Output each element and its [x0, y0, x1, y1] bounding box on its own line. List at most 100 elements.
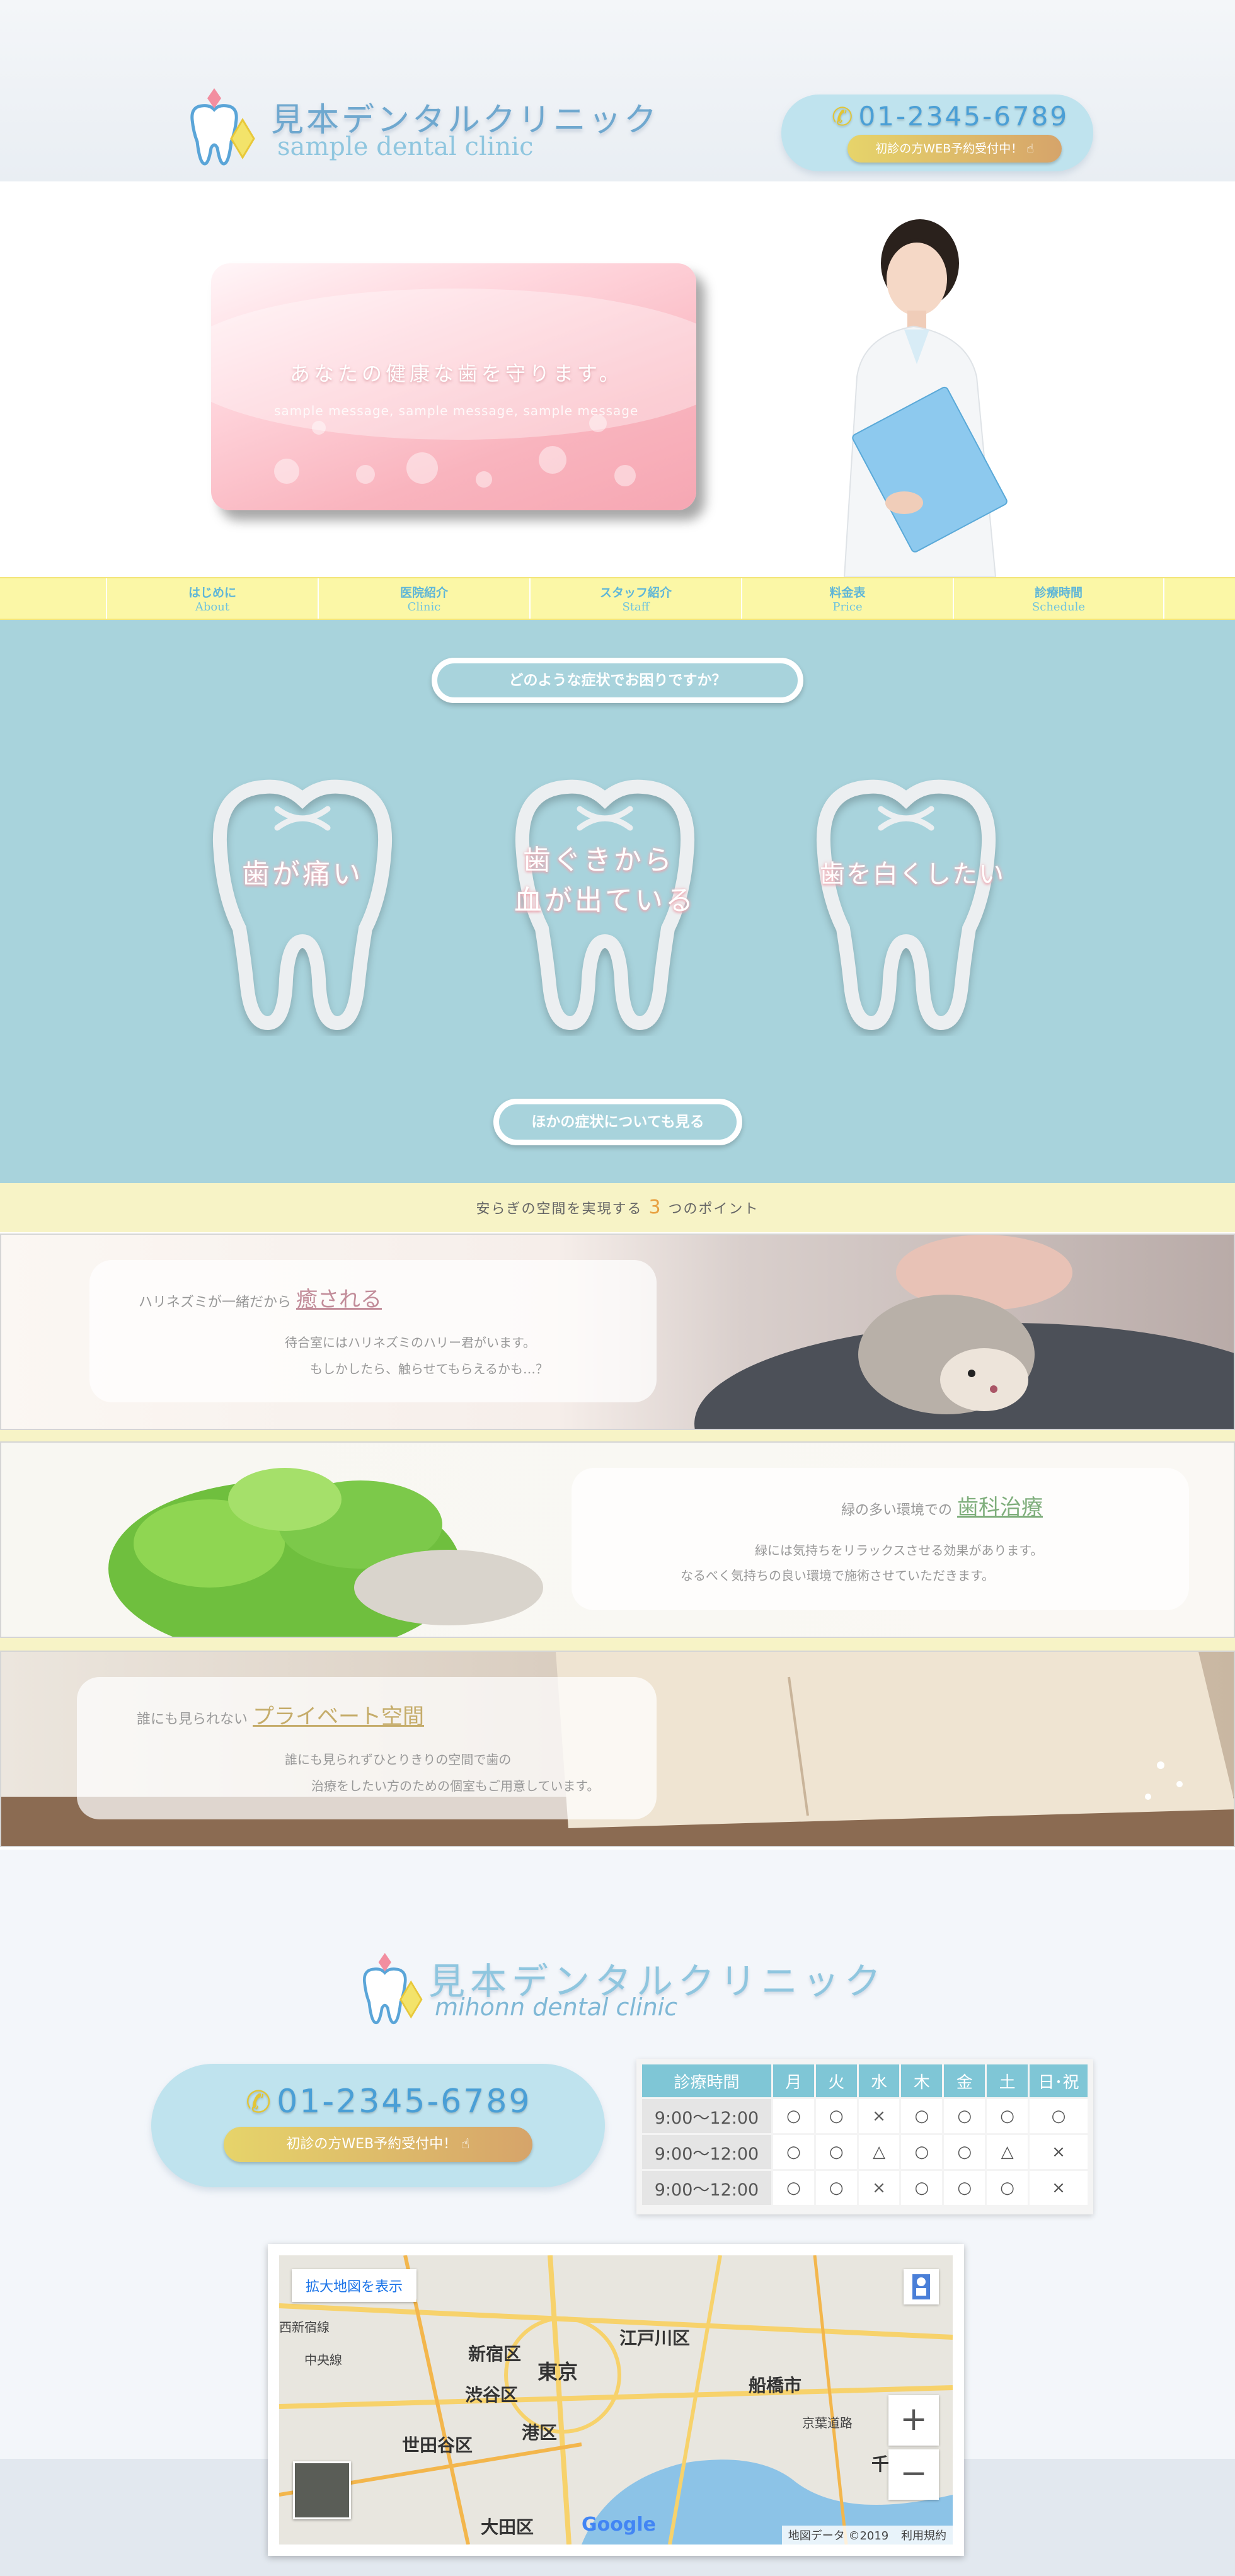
map-label: 世田谷区 — [402, 2435, 473, 2456]
nav-label-en: Clinic — [407, 600, 441, 614]
zoom-in-button[interactable]: + — [888, 2395, 939, 2446]
map-label: 大田区 — [481, 2517, 534, 2538]
point-emphasis: 癒される — [296, 1287, 382, 1312]
symptom-label: 歯が痛い — [242, 858, 363, 890]
nav-label-en: Price — [832, 600, 863, 614]
nav-label-ja: 料金表 — [829, 586, 866, 600]
point-body-line2: もしかしたら、触らせてもらえるかも…？ — [310, 1361, 548, 1377]
schedule-cell: ○ — [815, 2099, 857, 2133]
schedule-header-row: 診療時間 月 火 水 木 金 土 日･祝 — [642, 2064, 1088, 2097]
nav-item-schedule[interactable]: 診療時間 Schedule — [953, 578, 1164, 619]
phone-icon: ✆ — [832, 103, 855, 132]
symptom-gum-bleeding[interactable]: 歯ぐきから 血が出ている — [498, 771, 712, 1036]
symptoms-section: どのような症状でお困りですか？ 歯が痛い 歯ぐきから 血が出ている 歯を白くした… — [0, 620, 1235, 1183]
schedule-cell: ○ — [944, 2135, 985, 2169]
schedule-cell: ○ — [901, 2099, 943, 2133]
point-body-line1: 待合室にはハリネズミのハリー君がいます。 — [285, 1335, 536, 1350]
schedule-header: 日･祝 — [1030, 2064, 1088, 2097]
header-phone-number[interactable]: ✆ 01-2345-6789 — [832, 101, 1069, 132]
symptom-label-line2: 血が出ている — [514, 884, 696, 917]
web-reservation-button[interactable]: 初診の方WEB予約受付中！ ☝ — [847, 135, 1062, 163]
point-body-line2: 治療をしたい方のための個室もご用意しています。 — [311, 1778, 600, 1794]
schedule-cell: ○ — [987, 2099, 1028, 2133]
point-title: 緑の多い環境での 歯科治療 — [841, 1490, 1043, 1521]
map-attribution: 地図データ ©2019 利用規約 — [781, 2526, 953, 2545]
point-lead: ハリネズミが一緒だから — [139, 1295, 292, 1310]
more-symptoms-button[interactable]: ほかの症状についても見る — [493, 1099, 742, 1145]
nav-label-ja: スタッフ紹介 — [599, 586, 672, 600]
map-data-credit: 地図データ ©2019 — [788, 2529, 889, 2543]
street-view-pegman-icon[interactable] — [904, 2269, 939, 2304]
plant-photo — [108, 1468, 543, 1637]
schedule-cell: ○ — [773, 2171, 814, 2205]
schedule-header: 土 — [987, 2064, 1028, 2097]
map-label: 京葉道路 — [802, 2415, 853, 2430]
points-heading: 安らぎの空間を実現する 3 つのポイント — [0, 1183, 1235, 1234]
phone-icon: ✆ — [246, 2085, 273, 2120]
map-label: 東京 — [537, 2360, 578, 2384]
tooth-logo-icon[interactable] — [180, 82, 261, 176]
nav-label-ja: 診療時間 — [1034, 586, 1083, 600]
table-row: 9:00～12:00 ○ ○ × ○ ○ ○ ○ — [642, 2099, 1088, 2133]
table-row: 9:00～12:00 ○ ○ △ ○ ○ △ × — [642, 2135, 1088, 2169]
schedule-cell: × — [1030, 2135, 1088, 2169]
logo-subtitle[interactable]: sample dental clinic — [277, 132, 534, 161]
footer-contact: ✆ 01-2345-6789 初診の方WEB予約受付中！ ☝ — [151, 2064, 605, 2187]
nav-label-ja: 医院紹介 — [399, 586, 448, 600]
schedule-cell: ○ — [901, 2171, 943, 2205]
nav-label-en: About — [195, 600, 230, 614]
schedule-cell: ○ — [944, 2171, 985, 2205]
point-body-line1: 誰にも見られずひとりきりの空間で歯の — [285, 1752, 512, 1767]
satellite-toggle-thumbnail[interactable] — [293, 2461, 351, 2519]
point-lead: 緑の多い環境での — [841, 1503, 953, 1518]
footer-logo-subtitle[interactable]: mihonn dental clinic — [435, 1993, 677, 2021]
map-enlarge-link[interactable]: 拡大地図を表示 — [292, 2269, 417, 2302]
footer-phone-number[interactable]: ✆ 01-2345-6789 — [246, 2083, 532, 2121]
table-row: 9:00～12:00 ○ ○ × ○ ○ ○ × — [642, 2171, 1088, 2205]
pointer-hand-icon: ☝ — [1023, 142, 1034, 156]
points-heading-post: つのポイント — [668, 1201, 759, 1217]
hero-section: あなたの健康な歯を守ります。 sample message, sample me… — [0, 181, 1235, 577]
pointer-hand-icon: ☝ — [457, 2136, 470, 2152]
schedule-header: 月 — [773, 2064, 814, 2097]
nav-item-price[interactable]: 料金表 Price — [741, 578, 953, 619]
symptom-question-button[interactable]: どのような症状でお困りですか？ — [432, 658, 803, 703]
point-emphasis: プライベート空間 — [253, 1704, 425, 1729]
zoom-out-button[interactable]: − — [888, 2449, 939, 2500]
map-label: 港区 — [522, 2422, 558, 2443]
footer-tooth-logo-icon[interactable] — [353, 1947, 428, 2035]
point-card-greenery: 緑の多い環境での 歯科治療 緑には気持ちをリラックスさせる効果があります。 なるべ… — [0, 1441, 1235, 1638]
schedule-cell: ○ — [987, 2171, 1028, 2205]
map-terms-link[interactable]: 利用規約 — [901, 2529, 946, 2543]
header-contact: ✆ 01-2345-6789 初診の方WEB予約受付中！ ☝ — [781, 94, 1093, 171]
tooth-icon — [816, 779, 996, 1031]
main-navigation: はじめに About 医院紹介 Clinic スタッフ紹介 Staff 料金表 … — [0, 577, 1235, 620]
nav-label-en: Schedule — [1031, 600, 1086, 614]
schedule-table: 診療時間 月 火 水 木 金 土 日･祝 9:00～12:00 ○ ○ × ○ … — [636, 2059, 1093, 2214]
nav-item-clinic[interactable]: 医院紹介 Clinic — [318, 578, 529, 619]
schedule-header: 火 — [815, 2064, 857, 2097]
doctor-image — [843, 219, 1008, 577]
schedule-cell: ○ — [773, 2099, 814, 2133]
google-map[interactable]: 西新宿線 中央線 新宿区 東京 江戸川区 渋谷区 船橋市 港区 世田谷区 大田区… — [279, 2255, 953, 2545]
schedule-cell: △ — [987, 2135, 1028, 2169]
map-label: 新宿区 — [468, 2344, 522, 2364]
point-body-line1: 緑には気持ちをリラックスさせる効果があります。 — [755, 1543, 1043, 1558]
nav-item-staff[interactable]: スタッフ紹介 Staff — [529, 578, 741, 619]
nav-item-about[interactable]: はじめに About — [106, 578, 318, 619]
schedule-cell: ○ — [944, 2099, 985, 2133]
map-label: 船橋市 — [749, 2375, 802, 2396]
symptom-label: 歯を白くしたい — [820, 860, 1005, 889]
map-label: 千 — [871, 2454, 890, 2475]
map-frame: 西新宿線 中央線 新宿区 東京 江戸川区 渋谷区 船橋市 港区 世田谷区 大田区… — [268, 2244, 964, 2556]
symptom-whitening[interactable]: 歯を白くしたい — [799, 771, 1013, 1036]
symptom-toothache[interactable]: 歯が痛い — [195, 771, 410, 1036]
nav-label-ja: はじめに — [188, 586, 236, 600]
points-heading-bar: 安らぎの空間を実現する 3 つのポイント — [0, 1183, 1235, 1232]
hero-sub-message: sample message, sample message, sample m… — [274, 403, 639, 418]
footer-web-reservation-button[interactable]: 初診の方WEB予約受付中！ ☝ — [224, 2127, 532, 2162]
schedule-time: 9:00～12:00 — [642, 2135, 771, 2169]
schedule-cell: △ — [858, 2135, 900, 2169]
nav-label-en: Staff — [622, 600, 650, 614]
web-reservation-label: 初診の方WEB予約受付中！ — [875, 142, 1023, 156]
